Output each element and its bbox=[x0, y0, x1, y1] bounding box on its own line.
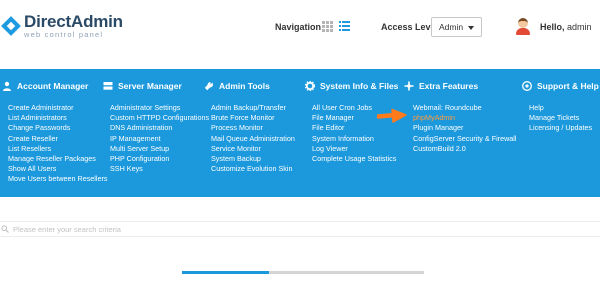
menu-item-ssh-keys[interactable]: SSH Keys bbox=[110, 164, 209, 174]
menu-item-system-information[interactable]: System Information bbox=[312, 134, 396, 144]
menu-item-ip-management[interactable]: IP Management bbox=[110, 134, 209, 144]
menu-header-label: Account Manager bbox=[17, 81, 89, 91]
chevron-down-icon bbox=[468, 26, 474, 30]
menu-item-multi-server-setup[interactable]: Multi Server Setup bbox=[110, 144, 209, 154]
menu-header-label: Admin Tools bbox=[219, 81, 270, 91]
logo-title: DirectAdmin bbox=[24, 12, 123, 32]
menu-item-complete-usage-statistics[interactable]: Complete Usage Statistics bbox=[312, 154, 396, 164]
list-view-icon[interactable] bbox=[339, 21, 350, 32]
loading-progress-bar bbox=[182, 271, 424, 274]
menu-header-label: Support & Help bbox=[537, 81, 599, 91]
logo-diamond-icon bbox=[1, 16, 21, 36]
navigation-label: Navigation bbox=[275, 22, 322, 32]
user-icon bbox=[3, 81, 11, 91]
help-circle-icon bbox=[522, 81, 532, 91]
user-menu[interactable]: Hello, admin bbox=[540, 22, 592, 32]
menu-item-custom-httpd[interactable]: Custom HTTPD Configurations bbox=[110, 113, 209, 123]
access-level-label: Access Level bbox=[381, 22, 439, 32]
menu-item-mail-queue[interactable]: Mail Queue Administration bbox=[211, 134, 295, 144]
search-bar bbox=[0, 221, 600, 237]
puzzle-icon bbox=[404, 81, 414, 91]
gear-icon bbox=[305, 81, 315, 91]
menu-item-admin-backup-transfer[interactable]: Admin Backup/Transfer bbox=[211, 103, 295, 113]
menu-item-phpmyadmin[interactable]: phpMyAdmin bbox=[413, 113, 516, 123]
menu-item-plugin-manager[interactable]: Plugin Manager bbox=[413, 123, 516, 133]
menu-column-account-manager: Create Administrator List Administrators… bbox=[8, 103, 107, 185]
username-text: admin bbox=[567, 22, 592, 32]
menu-header-admin-tools[interactable]: Admin Tools bbox=[204, 81, 270, 91]
menu-header-label: Server Manager bbox=[118, 81, 182, 91]
menu-item-list-administrators[interactable]: List Administrators bbox=[8, 113, 107, 123]
menu-item-manage-tickets[interactable]: Manage Tickets bbox=[529, 113, 592, 123]
menu-column-extra-features: Webmail: Roundcube phpMyAdmin Plugin Man… bbox=[413, 103, 516, 154]
menu-item-custombuild[interactable]: CustomBuild 2.0 bbox=[413, 144, 516, 154]
menu-item-manage-reseller-packages[interactable]: Manage Reseller Packages bbox=[8, 154, 107, 164]
access-level-select[interactable]: Admin bbox=[431, 17, 482, 37]
menu-header-system-info-files[interactable]: System Info & Files bbox=[305, 81, 398, 91]
grid-view-icon[interactable] bbox=[322, 21, 333, 32]
server-icon bbox=[103, 82, 113, 90]
menu-item-create-administrator[interactable]: Create Administrator bbox=[8, 103, 107, 113]
menu-item-change-passwords[interactable]: Change Passwords bbox=[8, 123, 107, 133]
access-level-value: Admin bbox=[439, 22, 464, 32]
menu-item-move-users[interactable]: Move Users between Resellers bbox=[8, 174, 107, 184]
menu-item-help[interactable]: Help bbox=[529, 103, 592, 113]
search-input[interactable] bbox=[13, 223, 593, 236]
menu-item-list-resellers[interactable]: List Resellers bbox=[8, 144, 107, 154]
menu-item-configserver-firewall[interactable]: ConfigServer Security & Firewall bbox=[413, 134, 516, 144]
main-menu-panel: Account Manager Server Manager Admin Too… bbox=[0, 69, 600, 197]
menu-item-brute-force-monitor[interactable]: Brute Force Monitor bbox=[211, 113, 295, 123]
menu-header-support-help[interactable]: Support & Help bbox=[522, 81, 599, 91]
menu-column-server-manager: Administrator Settings Custom HTTPD Conf… bbox=[110, 103, 209, 174]
menu-item-webmail-roundcube[interactable]: Webmail: Roundcube bbox=[413, 103, 516, 113]
avatar[interactable] bbox=[516, 18, 530, 35]
menu-header-account-manager[interactable]: Account Manager bbox=[2, 81, 88, 91]
menu-item-service-monitor[interactable]: Service Monitor bbox=[211, 144, 295, 154]
menu-column-support-help: Help Manage Tickets Licensing / Updates bbox=[529, 103, 592, 134]
menu-header-label: Extra Features bbox=[419, 81, 479, 91]
logo-subtitle: web control panel bbox=[24, 30, 104, 40]
menu-item-log-viewer[interactable]: Log Viewer bbox=[312, 144, 396, 154]
greeting-text: Hello, bbox=[540, 22, 565, 32]
wrench-icon bbox=[204, 82, 213, 91]
menu-header-server-manager[interactable]: Server Manager bbox=[103, 81, 182, 91]
top-bar: DirectAdmin web control panel Navigation… bbox=[0, 0, 600, 52]
progress-fill bbox=[182, 271, 270, 274]
pointer-arrow-icon bbox=[377, 108, 407, 123]
menu-item-licensing-updates[interactable]: Licensing / Updates bbox=[529, 123, 592, 133]
menu-item-administrator-settings[interactable]: Administrator Settings bbox=[110, 103, 209, 113]
menu-item-php-configuration[interactable]: PHP Configuration bbox=[110, 154, 209, 164]
menu-column-admin-tools: Admin Backup/Transfer Brute Force Monito… bbox=[211, 103, 295, 174]
menu-item-show-all-users[interactable]: Show All Users bbox=[8, 164, 107, 174]
search-icon bbox=[1, 225, 9, 233]
menu-header-label: System Info & Files bbox=[320, 81, 399, 91]
menu-item-process-monitor[interactable]: Process Monitor bbox=[211, 123, 295, 133]
menu-header-extra-features[interactable]: Extra Features bbox=[404, 81, 478, 91]
menu-item-file-editor[interactable]: File Editor bbox=[312, 123, 396, 133]
menu-item-customize-evolution-skin[interactable]: Customize Evolution Skin bbox=[211, 164, 295, 174]
menu-item-system-backup[interactable]: System Backup bbox=[211, 154, 295, 164]
menu-item-create-reseller[interactable]: Create Reseller bbox=[8, 134, 107, 144]
directadmin-logo[interactable]: DirectAdmin web control panel bbox=[1, 12, 123, 40]
menu-item-dns-administration[interactable]: DNS Administration bbox=[110, 123, 209, 133]
